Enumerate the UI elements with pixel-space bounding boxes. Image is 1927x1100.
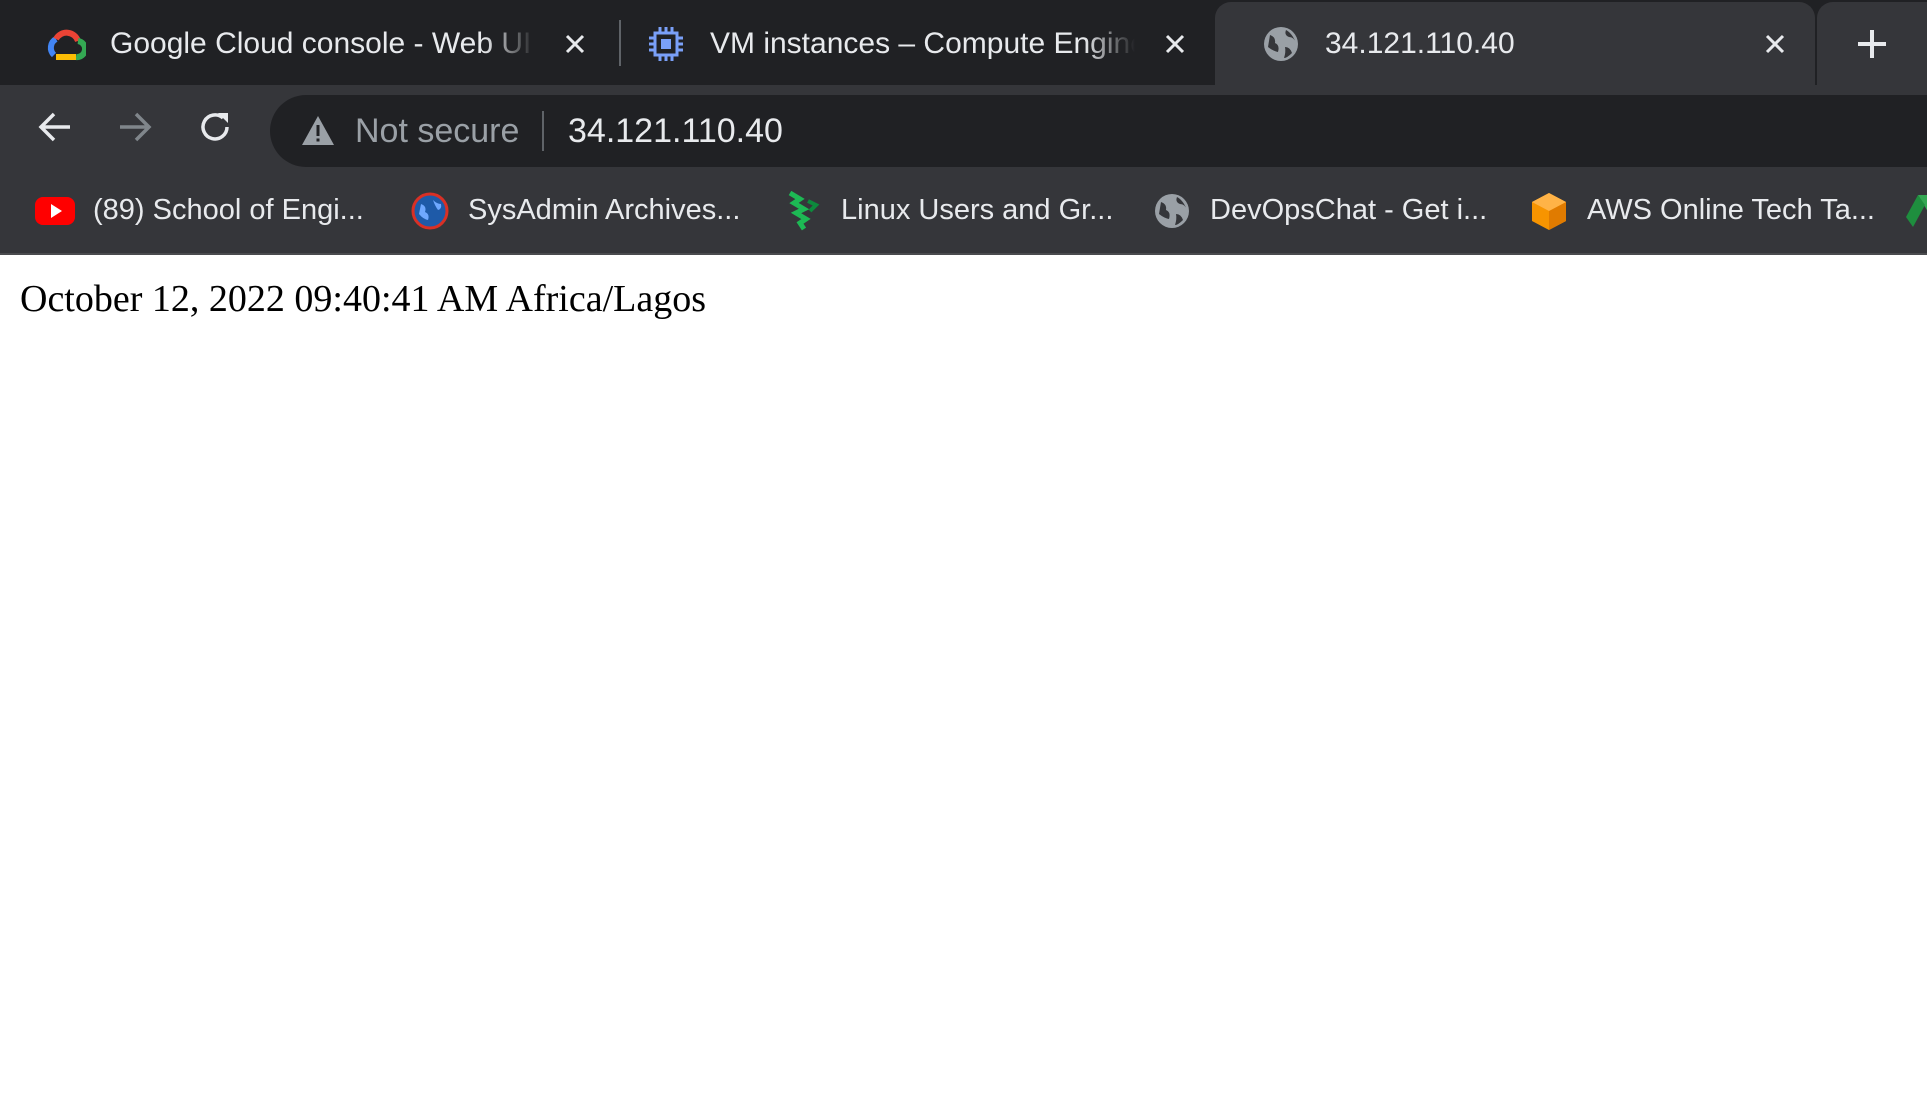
bookmark-devopschat[interactable]: DevOpsChat - Get i... — [1152, 168, 1487, 253]
close-tab-icon[interactable] — [1155, 24, 1195, 64]
globe-icon — [1152, 191, 1192, 231]
page-content: October 12, 2022 09:40:41 AM Africa/Lago… — [0, 255, 1927, 1100]
bookmark-linux-users[interactable]: Linux Users and Gr... — [783, 168, 1113, 253]
bookmark-label: DevOpsChat - Get i... — [1210, 194, 1488, 226]
current-datetime-text: October 12, 2022 09:40:41 AM Africa/Lago… — [20, 278, 707, 320]
bookmark-label: (89) School of Engi... — [93, 194, 364, 226]
sysadmin-globe-icon — [410, 191, 450, 231]
reload-button[interactable] — [187, 99, 243, 155]
bookmarks-bar: (89) School of Engi... SysAdmin Archives… — [0, 168, 1927, 255]
new-tab-button[interactable] — [1817, 2, 1927, 85]
close-tab-icon[interactable] — [1755, 24, 1795, 64]
omnibox-divider — [542, 111, 544, 151]
bookmark-label: AWS Online Tech Ta... — [1587, 194, 1875, 226]
tab-active-ip[interactable]: 34.121.110.40 — [1215, 2, 1815, 85]
tab-vm-instances[interactable]: VM instances – Compute Engine – My First… — [600, 2, 1215, 85]
linux-users-icon — [783, 190, 823, 231]
close-tab-icon[interactable] — [555, 24, 595, 64]
youtube-icon — [35, 191, 75, 231]
drive-icon — [1905, 191, 1927, 231]
compute-engine-chip-icon — [646, 24, 686, 64]
globe-icon — [1261, 24, 1301, 64]
security-status-label[interactable]: Not secure — [355, 95, 519, 167]
arrow-right-icon — [120, 112, 152, 142]
browser-toolbar: Not secure 34.121.110.40 — [0, 85, 1927, 168]
tab-title: 34.121.110.40 — [1325, 27, 1515, 60]
back-button[interactable] — [27, 99, 83, 155]
tab-title: VM instances – Compute Engine – My First… — [710, 27, 1135, 60]
address-bar[interactable]: Not secure 34.121.110.40 — [270, 95, 1927, 167]
bookmark-sysadmin-archives[interactable]: SysAdmin Archives... — [410, 168, 740, 253]
tab-strip: Google Cloud console - Web UI Admin VM i… — [0, 0, 1927, 85]
reload-icon — [201, 113, 229, 141]
bookmark-school-of-engineering[interactable]: (89) School of Engi... — [35, 168, 364, 253]
url-text[interactable]: 34.121.110.40 — [568, 95, 783, 167]
bookmark-label: Linux Users and Gr... — [841, 194, 1114, 226]
tab-title: Google Cloud console - Web UI Admin — [110, 27, 535, 60]
arrow-left-icon — [38, 112, 70, 142]
tab-google-cloud-console[interactable]: Google Cloud console - Web UI Admin — [0, 2, 615, 85]
aws-box-icon — [1529, 191, 1569, 231]
bookmark-overflow-partial[interactable] — [1905, 168, 1927, 253]
forward-button[interactable] — [107, 99, 163, 155]
plus-icon — [1858, 29, 1886, 58]
warning-triangle-icon[interactable] — [300, 113, 336, 149]
bookmark-aws-online-tech-talks[interactable]: AWS Online Tech Ta... — [1529, 168, 1875, 253]
bookmark-label: SysAdmin Archives... — [468, 194, 741, 226]
google-cloud-icon — [46, 24, 86, 64]
